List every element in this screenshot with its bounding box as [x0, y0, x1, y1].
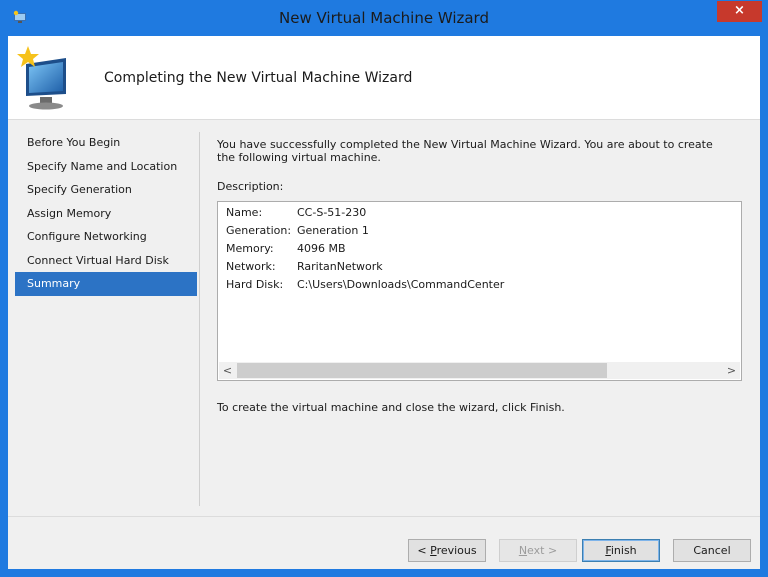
wizard-header: Completing the New Virtual Machine Wizar…: [8, 36, 760, 120]
horizontal-scrollbar[interactable]: < >: [219, 362, 740, 379]
description-key: Name:: [226, 206, 263, 219]
close-button[interactable]: ×: [717, 1, 762, 22]
cancel-button[interactable]: Cancel: [673, 539, 751, 562]
window-border-bottom: [0, 569, 768, 577]
description-label: Description:: [217, 180, 284, 193]
summary-content: You have successfully completed the New …: [217, 138, 747, 193]
nav-step-configure-networking[interactable]: Configure Networking: [8, 225, 198, 249]
previous-prefix: <: [417, 544, 431, 557]
finish-instruction: To create the virtual machine and close …: [217, 401, 565, 414]
previous-label-rest: revious: [436, 544, 477, 557]
description-box[interactable]: Name: CC-S-51-230 Generation: Generation 1…: [217, 201, 742, 381]
nav-step-specify-generation[interactable]: Specify Generation: [8, 178, 198, 202]
scroll-right-arrow-icon[interactable]: >: [723, 362, 740, 379]
description-value: 4096 MB: [297, 242, 346, 255]
close-icon: ×: [734, 3, 745, 18]
description-key: Generation:: [226, 224, 292, 237]
window-border-left: [0, 36, 8, 577]
next-label-rest: ext >: [527, 544, 558, 557]
nav-step-assign-memory[interactable]: Assign Memory: [8, 202, 198, 226]
wizard-footer: < Previous Next > Finish Cancel: [8, 516, 760, 569]
description-value: C:\Users\Downloads\CommandCenter: [297, 278, 505, 291]
nav-step-summary[interactable]: Summary: [15, 272, 197, 296]
new-virtual-machine-icon: [16, 44, 76, 112]
description-row-network: Network: RaritanNetwork: [226, 260, 383, 273]
description-row-name: Name: CC-S-51-230: [226, 206, 366, 219]
completion-message: You have successfully completed the New …: [217, 138, 713, 164]
description-value: Generation 1: [297, 224, 369, 237]
page-title: Completing the New Virtual Machine Wizar…: [104, 70, 413, 86]
description-value: CC-S-51-230: [297, 206, 367, 219]
description-value: RaritanNetwork: [297, 260, 383, 273]
description-row-generation: Generation: Generation 1: [226, 224, 369, 237]
nav-step-specify-name-and-location[interactable]: Specify Name and Location: [8, 155, 198, 179]
nav-step-before-you-begin[interactable]: Before You Begin: [8, 131, 198, 155]
scroll-left-arrow-icon[interactable]: <: [219, 362, 236, 379]
window-title: New Virtual Machine Wizard: [279, 9, 489, 27]
next-button[interactable]: Next >: [499, 539, 577, 562]
nav-separator: [199, 132, 200, 506]
next-mnemonic: N: [518, 544, 528, 557]
scrollbar-thumb[interactable]: [237, 363, 607, 378]
window-border-right: [760, 36, 768, 577]
finish-button[interactable]: Finish: [582, 539, 660, 562]
wizard-step-list: Before You Begin Specify Name and Locati…: [8, 131, 198, 296]
description-key: Memory:: [226, 242, 274, 255]
nav-step-connect-virtual-hard-disk[interactable]: Connect Virtual Hard Disk: [8, 249, 198, 273]
description-key: Hard Disk:: [226, 278, 284, 291]
description-row-memory: Memory: 4096 MB: [226, 242, 346, 255]
finish-label-rest: inish: [610, 544, 637, 557]
previous-button[interactable]: < Previous: [408, 539, 486, 562]
title-bar[interactable]: New Virtual Machine Wizard ×: [0, 0, 768, 36]
wizard-client-area: Completing the New Virtual Machine Wizar…: [8, 36, 760, 569]
description-key: Network:: [226, 260, 276, 273]
description-row-hard-disk: Hard Disk: C:\Users\Downloads\CommandCent…: [226, 278, 504, 291]
